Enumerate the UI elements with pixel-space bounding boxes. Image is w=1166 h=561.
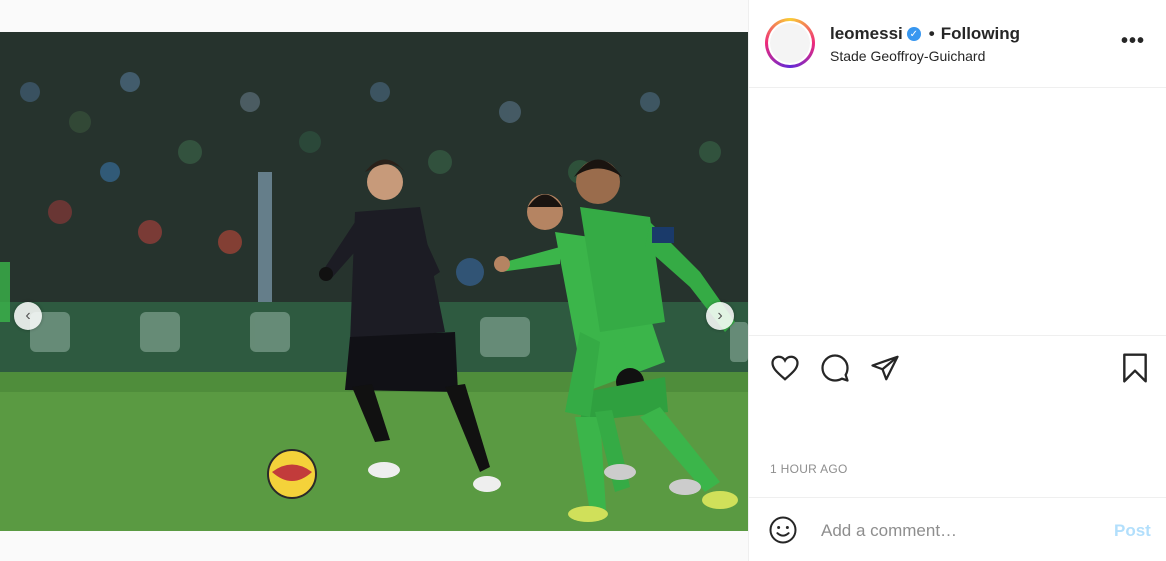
comments-area <box>749 88 1166 336</box>
save-button[interactable] <box>1117 350 1153 386</box>
story-ring[interactable] <box>765 18 815 68</box>
like-button[interactable] <box>767 350 803 386</box>
following-button[interactable]: Following <box>941 24 1020 44</box>
post-details-pane: leomessi ✓ • Following Stade Geoffroy-Gu… <box>748 0 1166 561</box>
post-photo[interactable]: ‹ › <box>0 32 748 531</box>
separator-dot: • <box>928 24 935 43</box>
add-comment-bar: Post <box>749 497 1166 561</box>
comment-icon <box>821 354 849 382</box>
post-header: leomessi ✓ • Following Stade Geoffroy-Gu… <box>749 0 1166 88</box>
username-row: leomessi ✓ • Following <box>830 24 1020 44</box>
post-timestamp[interactable]: 1 HOUR AGO <box>770 462 848 476</box>
carousel-next-button[interactable]: › <box>706 302 734 330</box>
smiley-icon <box>769 516 797 544</box>
heart-icon <box>771 355 799 381</box>
action-bar <box>749 350 1166 390</box>
photo-illustration <box>0 32 748 531</box>
location-link[interactable]: Stade Geoffroy-Guichard <box>830 48 985 64</box>
share-button[interactable] <box>867 350 903 386</box>
bookmark-icon <box>1123 353 1147 383</box>
comment-input[interactable] <box>819 518 1103 544</box>
emoji-button[interactable] <box>767 514 799 546</box>
paper-plane-icon <box>871 355 899 381</box>
comment-button[interactable] <box>817 350 853 386</box>
verified-badge-icon: ✓ <box>906 27 921 41</box>
more-options-icon[interactable]: ••• <box>1121 30 1145 53</box>
username-link[interactable]: leomessi <box>830 24 903 44</box>
post-comment-button[interactable]: Post <box>1114 521 1151 541</box>
chevron-right-icon: › <box>717 307 723 324</box>
chevron-left-icon: ‹ <box>25 307 31 324</box>
carousel-prev-button[interactable]: ‹ <box>14 302 42 330</box>
media-pane: ‹ › <box>0 0 748 561</box>
avatar <box>770 23 810 63</box>
